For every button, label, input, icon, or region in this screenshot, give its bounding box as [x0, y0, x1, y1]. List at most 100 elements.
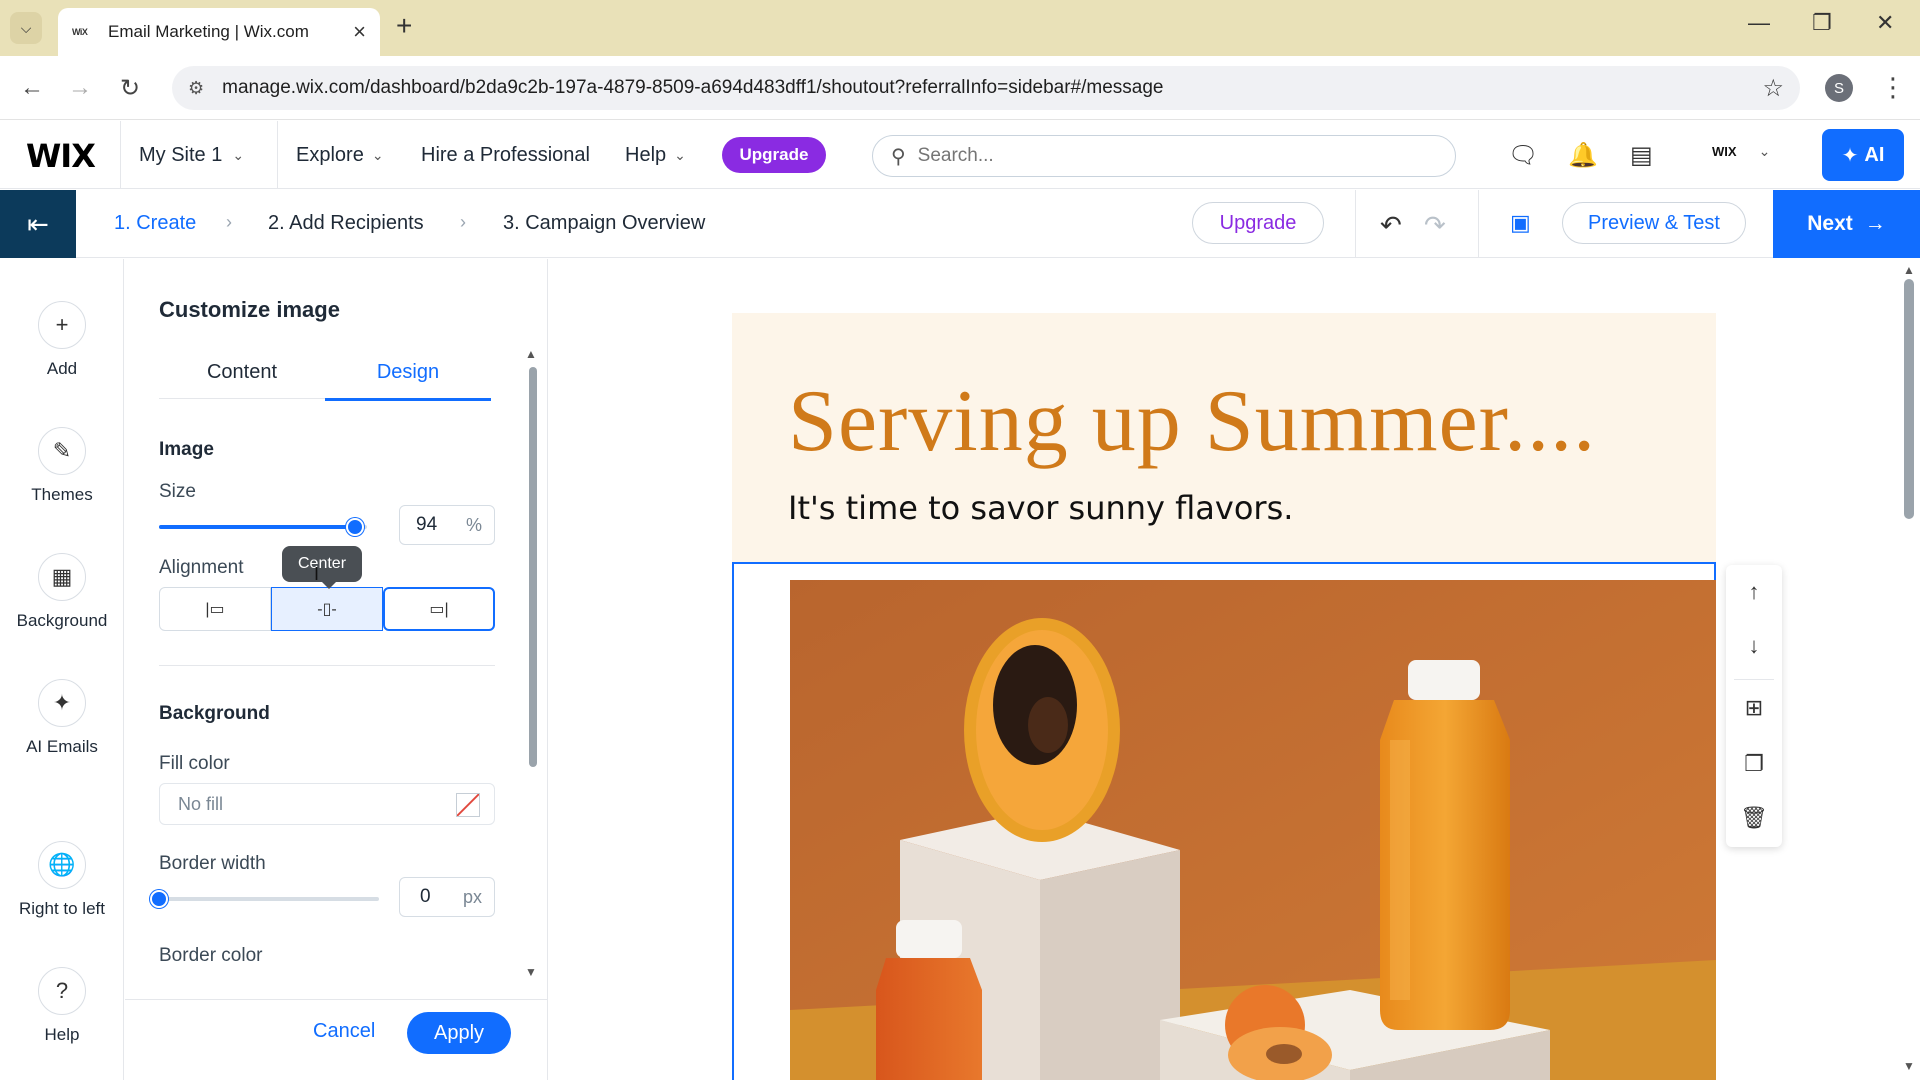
- rail-add-label: Add: [46, 359, 78, 378]
- panel-scrollbar[interactable]: [529, 367, 537, 767]
- rail-add[interactable]: + Add: [0, 301, 124, 379]
- email-subheading[interactable]: It's time to savor sunny flavors.: [788, 489, 1293, 527]
- rail-rtl-label: Right to left: [19, 899, 105, 918]
- photo-illustration: [790, 580, 1716, 1080]
- inbox-icon[interactable]: ▤: [1630, 141, 1653, 170]
- toolbar-divider: [1734, 679, 1774, 680]
- account-menu[interactable]: WIX ⌄: [1712, 143, 1770, 160]
- notifications-bell-icon[interactable]: 🔔: [1568, 141, 1598, 170]
- site-selector[interactable]: My Site 1 ⌄: [120, 121, 278, 189]
- search-icon: ⚲: [891, 145, 906, 168]
- ai-label: AI: [1864, 143, 1885, 166]
- email-headline[interactable]: Serving up Summer....: [788, 371, 1596, 472]
- rail-background[interactable]: ▦ Background: [0, 553, 124, 631]
- size-value: 94: [416, 514, 438, 535]
- crop-icon[interactable]: ⊞: [1726, 695, 1782, 721]
- browser-menu-icon[interactable]: ⋮: [1880, 72, 1906, 103]
- upgrade-button[interactable]: Upgrade: [722, 137, 826, 173]
- new-tab-plus-icon[interactable]: +: [396, 10, 412, 42]
- duplicate-icon[interactable]: ❐: [1726, 751, 1782, 777]
- align-center-icon: -▯-: [317, 601, 337, 618]
- site-info-icon[interactable]: ⚙: [188, 78, 204, 99]
- divider: [1478, 190, 1479, 258]
- cancel-button[interactable]: Cancel: [313, 1020, 375, 1043]
- menu-hire-professional[interactable]: Hire a Professional: [421, 121, 590, 189]
- next-label: Next: [1807, 212, 1853, 235]
- close-icon[interactable]: ×: [353, 19, 366, 45]
- ai-assistant-button[interactable]: ✦ AI: [1822, 129, 1904, 181]
- selected-image-block[interactable]: [732, 562, 1716, 1080]
- image-section-heading: Image: [159, 439, 214, 460]
- divider: [1355, 190, 1356, 258]
- menu-explore[interactable]: Explore ⌄: [296, 121, 384, 189]
- chat-icon[interactable]: 🗨: [1508, 141, 1538, 170]
- scroll-down-arrow-icon[interactable]: ▼: [525, 965, 537, 979]
- canvas-scroll-up-icon[interactable]: ▲: [1903, 263, 1915, 277]
- move-down-arrow-icon[interactable]: ↓: [1726, 633, 1782, 659]
- search-input[interactable]: [917, 145, 1418, 167]
- step-add-recipients[interactable]: 2. Add Recipients: [268, 212, 424, 235]
- customize-image-panel: Customize image Content Design Image Siz…: [125, 259, 548, 1080]
- fill-color-picker[interactable]: No fill: [159, 783, 495, 825]
- rail-right-to-left[interactable]: 🌐 Right to left: [0, 841, 124, 919]
- menu-help[interactable]: Help ⌄: [625, 121, 686, 189]
- undo-icon[interactable]: ↶: [1380, 210, 1402, 241]
- window-close-icon[interactable]: ✕: [1876, 10, 1894, 36]
- size-value-field[interactable]: 94 %: [399, 505, 495, 545]
- align-center-button[interactable]: -▯-: [271, 587, 383, 631]
- trash-icon[interactable]: 🗑: [1726, 805, 1782, 831]
- restore-icon[interactable]: ❐: [1812, 10, 1832, 36]
- tab-search-button[interactable]: ⌵: [10, 12, 42, 44]
- align-left-button[interactable]: |▭: [159, 587, 271, 631]
- profile-avatar[interactable]: S: [1825, 74, 1853, 102]
- email-header-section[interactable]: Serving up Summer.... It's time to savor…: [732, 313, 1716, 571]
- next-button[interactable]: Next →: [1773, 190, 1920, 258]
- url-field[interactable]: ⚙ manage.wix.com/dashboard/b2da9c2b-197a…: [172, 66, 1800, 110]
- rail-themes[interactable]: ✎ Themes: [0, 427, 124, 505]
- tab-design[interactable]: Design: [325, 361, 491, 401]
- scroll-up-arrow-icon[interactable]: ▲: [525, 347, 537, 361]
- account-label: WIX: [1712, 144, 1737, 159]
- rail-ai-emails[interactable]: ✦ AI Emails: [0, 679, 124, 757]
- forward-arrow-icon[interactable]: →: [68, 74, 92, 102]
- minimize-icon[interactable]: —: [1748, 10, 1770, 36]
- border-width-value: 0: [420, 886, 431, 907]
- rail-help[interactable]: ? Help: [0, 967, 124, 1045]
- canvas-scrollbar[interactable]: [1904, 279, 1914, 519]
- browser-tab[interactable]: WiX Email Marketing | Wix.com ×: [58, 8, 380, 56]
- size-slider-handle[interactable]: [346, 518, 364, 536]
- border-width-field[interactable]: 0 px: [399, 877, 495, 917]
- chevron-down-icon: ⌄: [1758, 143, 1771, 159]
- alignment-tooltip: Center: [282, 546, 363, 589]
- reload-icon[interactable]: ↻: [120, 74, 140, 103]
- fill-color-value: No fill: [178, 793, 224, 814]
- border-width-slider[interactable]: [150, 890, 379, 908]
- save-template-icon[interactable]: ▣: [1510, 210, 1531, 236]
- move-up-arrow-icon[interactable]: ↑: [1726, 579, 1782, 605]
- tab-content[interactable]: Content: [159, 361, 325, 399]
- apply-button[interactable]: Apply: [407, 1012, 511, 1054]
- arrow-right-icon: →: [1864, 212, 1886, 235]
- site-name: My Site 1: [139, 143, 223, 166]
- border-width-slider-handle[interactable]: [150, 890, 168, 908]
- bookmark-star-icon[interactable]: ☆: [1762, 74, 1784, 103]
- redo-icon[interactable]: ↷: [1424, 210, 1446, 241]
- back-arrow-icon[interactable]: ←: [20, 74, 44, 102]
- align-right-button[interactable]: ▭|: [383, 587, 495, 631]
- upgrade-button-secondary[interactable]: Upgrade: [1192, 202, 1324, 244]
- summer-drinks-photo: [790, 580, 1716, 1080]
- exit-editor-button[interactable]: ⇤: [0, 190, 76, 258]
- rail-themes-label: Themes: [31, 485, 93, 504]
- canvas-scroll-down-icon[interactable]: ▼: [1903, 1059, 1915, 1073]
- no-fill-swatch-icon: [456, 793, 480, 817]
- wix-favicon-icon: WiX: [72, 27, 88, 37]
- brush-icon: ✎: [38, 427, 86, 475]
- step-create[interactable]: 1. Create: [114, 212, 196, 235]
- tab-title: Email Marketing | Wix.com: [108, 22, 309, 41]
- preview-test-button[interactable]: Preview & Test: [1562, 202, 1746, 244]
- search-field[interactable]: ⚲: [872, 135, 1456, 177]
- wix-logo[interactable]: WIX: [26, 137, 96, 175]
- step-campaign-overview[interactable]: 3. Campaign Overview: [503, 212, 705, 235]
- chevron-right-icon: ›: [226, 212, 232, 232]
- size-slider[interactable]: [159, 518, 367, 536]
